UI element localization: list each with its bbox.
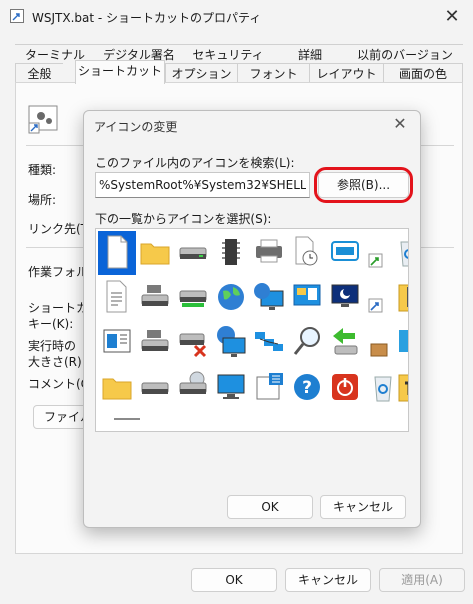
horizontal-scrollbar[interactable]	[114, 418, 140, 420]
drive-icon[interactable]	[174, 231, 212, 275]
tab-row-front: 全般 ショートカット オプション フォント レイアウト 画面の色	[0, 60, 473, 84]
cancel-button[interactable]: キャンセル	[285, 568, 371, 592]
dialog-cancel-button[interactable]: キャンセル	[320, 495, 406, 519]
search-file-label: このファイル内のアイコンを検索(L):	[95, 156, 295, 170]
window-panel-icon[interactable]	[98, 321, 136, 365]
tab-layout[interactable]: レイアウト	[309, 63, 383, 83]
window-shortcut-icon[interactable]	[326, 231, 364, 275]
folder-icon[interactable]	[136, 231, 174, 275]
globe-icon[interactable]	[212, 276, 250, 320]
clock-document-icon[interactable]	[288, 231, 326, 275]
zip-document-icon[interactable]	[392, 276, 408, 320]
close-icon[interactable]: ✕	[390, 114, 410, 133]
tab-general[interactable]: 全般	[15, 63, 63, 83]
drive-green-icon[interactable]	[174, 276, 212, 320]
tab-details[interactable]: 詳細	[273, 44, 347, 64]
network-drive-icon[interactable]	[136, 276, 174, 320]
tab-options[interactable]: オプション	[165, 63, 237, 83]
window-title: WSJTX.bat - ショートカットのプロパティ	[32, 11, 262, 25]
ok-button[interactable]: OK	[191, 568, 277, 592]
grid-document-icon[interactable]	[250, 366, 288, 410]
printer-icon[interactable]	[250, 231, 288, 275]
blank-document-icon[interactable]	[98, 231, 136, 275]
moon-monitor-icon[interactable]	[326, 276, 364, 320]
apply-button[interactable]: 適用(A)	[379, 568, 465, 592]
drive-error-icon[interactable]	[174, 321, 212, 365]
location-label: 場所:	[28, 193, 57, 207]
blue-panel-icon[interactable]	[392, 321, 408, 365]
title-bar: WSJTX.bat - ショートカットのプロパティ ✕	[0, 0, 473, 36]
help-icon[interactable]: ?	[288, 366, 326, 410]
green-arrow-drive-icon[interactable]	[326, 321, 364, 365]
run-label-line2: 大きさ(R):	[28, 355, 86, 369]
search-icon[interactable]	[288, 321, 326, 365]
recycle-bin-icon[interactable]	[392, 231, 408, 275]
dialog-ok-button[interactable]: OK	[227, 495, 313, 519]
memory-chip-icon[interactable]	[212, 231, 250, 275]
shortcut-gear-icon	[28, 105, 58, 134]
tab-colors[interactable]: 画面の色	[383, 63, 463, 83]
globe-monitor-icon[interactable]	[250, 276, 288, 320]
icon-list[interactable]: ?	[95, 228, 409, 432]
control-panel-icon[interactable]	[288, 276, 326, 320]
shortcut-file-icon	[10, 9, 24, 23]
hotkey-label-line2: キー(K):	[28, 317, 74, 331]
tab-row-back: ターミナル デジタル署名 セキュリティ 詳細 以前のバージョン	[0, 44, 473, 64]
cd-drive-icon[interactable]	[174, 366, 212, 410]
svg-text:?: ?	[302, 378, 312, 398]
network-drive-2-icon[interactable]	[136, 321, 174, 365]
close-icon[interactable]: ✕	[441, 6, 463, 27]
drive-gray-icon[interactable]	[136, 366, 174, 410]
type-label: 種類:	[28, 163, 57, 177]
tab-font[interactable]: フォント	[237, 63, 309, 83]
run-label-line1: 実行時の	[28, 339, 77, 353]
icon-list-label: 下の一覧からアイコンを選択(S):	[95, 212, 272, 226]
dialog-title: アイコンの変更	[94, 120, 178, 134]
change-icon-dialog: アイコンの変更 ✕ このファイル内のアイコンを検索(L): 参照(B)... 下…	[83, 110, 421, 528]
tab-security[interactable]: セキュリティ	[183, 44, 273, 64]
network-computers-icon[interactable]	[250, 321, 288, 365]
icon-file-path-input[interactable]	[95, 172, 310, 198]
browse-highlight-annotation	[314, 167, 413, 203]
folder-2-icon[interactable]	[98, 366, 136, 410]
globe-network-icon[interactable]	[212, 321, 250, 365]
power-icon[interactable]	[326, 366, 364, 410]
tab-shortcut[interactable]: ショートカット	[75, 60, 165, 84]
monitor-icon[interactable]	[212, 366, 250, 410]
text-document-icon[interactable]	[98, 276, 136, 320]
tab-previous-versions[interactable]: 以前のバージョン	[347, 44, 463, 64]
key-document-icon[interactable]	[392, 366, 408, 410]
